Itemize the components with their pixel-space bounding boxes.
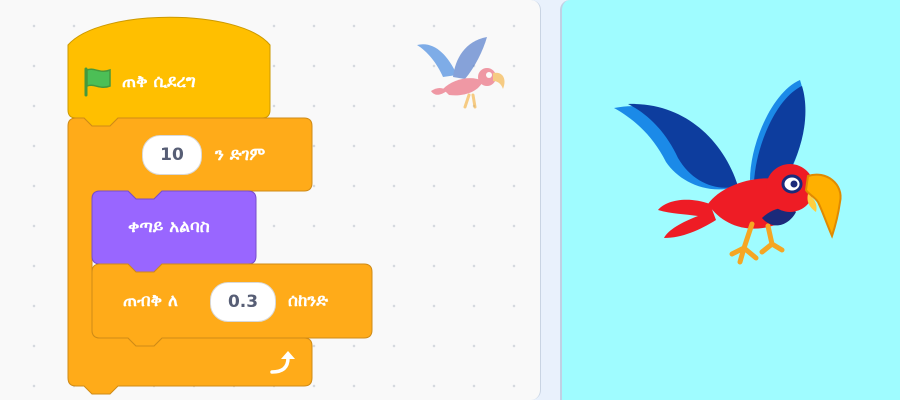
wait-label-before: ጠብቅ ለ bbox=[123, 291, 178, 311]
loop-arrow-icon bbox=[270, 351, 295, 374]
stage[interactable] bbox=[560, 0, 900, 400]
wait-seconds-input[interactable]: 0.3 bbox=[210, 282, 276, 322]
repeat-label: ን ድገም bbox=[215, 145, 266, 165]
next-costume-label: ቀጣይ አልባስ bbox=[128, 217, 210, 237]
parrot-sprite-icon[interactable] bbox=[413, 33, 508, 113]
parrot-sprite[interactable] bbox=[612, 72, 852, 272]
wait-label-after: ሰከንድ bbox=[288, 291, 329, 311]
panel-divider bbox=[541, 0, 560, 400]
code-area[interactable]: ጠቅ ሲደረግ 10 ን ድገም ቀጣይ አልባስ ጠብቅ ለ 0.3 ሰከንድ bbox=[0, 0, 541, 400]
green-flag-icon bbox=[84, 67, 111, 97]
when-flag-clicked-label: ጠቅ ሲደረግ bbox=[122, 72, 196, 92]
repeat-count-input[interactable]: 10 bbox=[142, 135, 202, 175]
